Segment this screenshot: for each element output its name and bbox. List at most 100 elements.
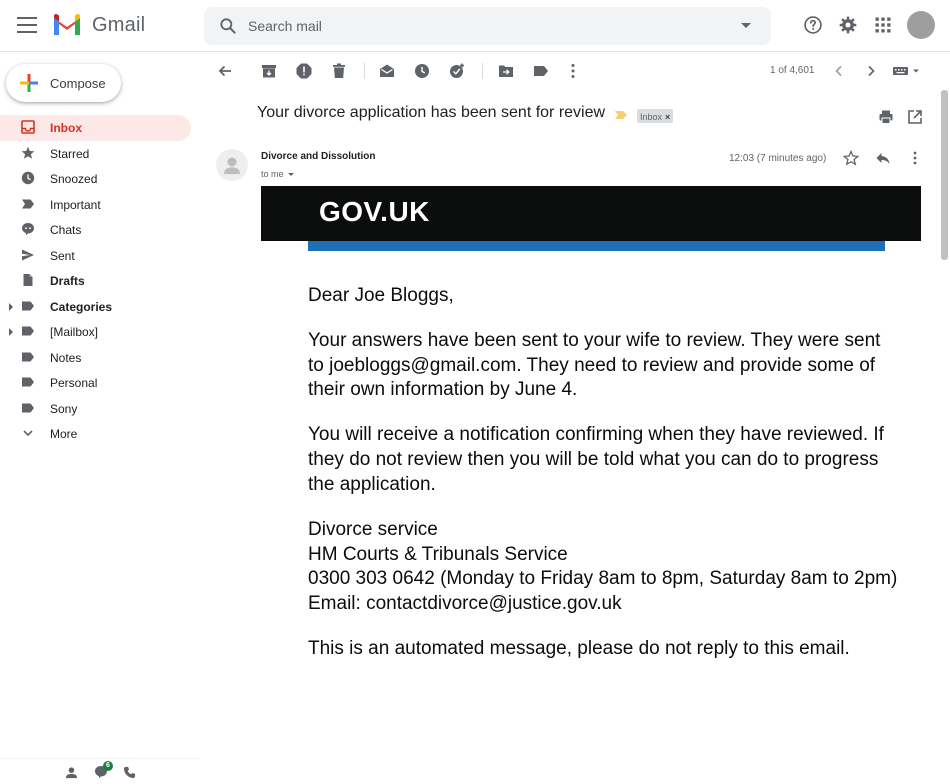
- govuk-blue-stripe: [308, 241, 885, 251]
- label-icon: [22, 377, 34, 387]
- back-arrow-icon[interactable]: [216, 62, 234, 80]
- recipient-dropdown-icon[interactable]: [287, 173, 294, 177]
- sidebar-item-mailbox[interactable]: [Mailbox]: [0, 319, 200, 345]
- older-chevron-right-icon[interactable]: [862, 62, 880, 80]
- delete-trash-icon[interactable]: [330, 62, 348, 80]
- recipient-text: to me: [261, 169, 284, 179]
- account-avatar[interactable]: [907, 11, 935, 39]
- search-input[interactable]: [248, 16, 728, 36]
- sidebar-item-snoozed[interactable]: Snoozed: [0, 166, 200, 192]
- print-icon[interactable]: [878, 109, 894, 125]
- label-icon: [22, 301, 34, 310]
- settings-gear-icon[interactable]: [838, 15, 858, 35]
- search-icon[interactable]: [218, 16, 238, 36]
- snooze-clock-icon[interactable]: [413, 62, 431, 80]
- sidebar-item-label: Inbox: [50, 121, 82, 135]
- pagination-count: 1 of 4,601: [770, 65, 815, 76]
- sidebar-item-drafts[interactable]: Drafts: [0, 268, 200, 294]
- message-toolbar: 1 of 4,601: [204, 52, 950, 90]
- open-new-window-icon[interactable]: [907, 109, 923, 125]
- main-menu-icon[interactable]: [17, 17, 37, 33]
- label-icon: [22, 403, 34, 412]
- sidebar-item-label: Important: [50, 197, 101, 212]
- sidebar-item-label: Sent: [50, 248, 75, 263]
- sidebar-item-label: Starred: [50, 146, 90, 161]
- compose-plus-icon: [20, 74, 38, 92]
- input-tools-keyboard-icon[interactable]: [892, 66, 922, 76]
- sidebar-item-label: Notes: [50, 350, 82, 365]
- recipient-details[interactable]: to me: [261, 169, 294, 179]
- search-bar[interactable]: [204, 7, 771, 45]
- email-greeting: Dear Joe Bloggs,: [308, 285, 454, 306]
- importance-marker-icon[interactable]: [614, 110, 628, 120]
- sidebar-item-more[interactable]: More: [0, 421, 200, 447]
- remove-label-icon[interactable]: ×: [665, 112, 670, 122]
- inbox-label-chip[interactable]: Inbox ×: [637, 109, 674, 123]
- sidebar-item-important[interactable]: Important: [0, 192, 200, 218]
- sidebar-item-label: [Mailbox]: [50, 325, 99, 339]
- sidebar-item-starred[interactable]: Starred: [0, 141, 200, 167]
- draft-icon: [23, 274, 33, 286]
- sidebar-item-notes[interactable]: Notes: [0, 345, 200, 371]
- chat-count-badge: 6: [103, 761, 113, 771]
- gmail-m-icon: [54, 14, 80, 35]
- send-icon: [22, 249, 34, 260]
- contacts-person-icon[interactable]: [65, 766, 78, 779]
- expand-arrow-icon[interactable]: [9, 328, 13, 336]
- sidebar-item-label: More: [50, 427, 78, 441]
- archive-icon[interactable]: [260, 62, 278, 80]
- add-task-icon[interactable]: [448, 62, 466, 80]
- reply-icon[interactable]: [875, 150, 891, 166]
- newer-chevron-left-icon[interactable]: [830, 62, 848, 80]
- scrollbar-thumb[interactable]: [941, 90, 948, 260]
- person-placeholder-icon: [224, 157, 240, 174]
- label-tag-icon[interactable]: [532, 62, 550, 80]
- phone-icon[interactable]: [123, 766, 136, 779]
- gmail-logo[interactable]: Gmail: [52, 13, 145, 37]
- sidebar-item-label: Snoozed: [50, 172, 98, 186]
- signature-line: Divorce service: [308, 518, 438, 540]
- sidebar-item-label: Personal: [50, 376, 98, 390]
- search-options-icon[interactable]: [741, 23, 751, 28]
- toolbar-separator: [482, 63, 483, 79]
- sidebar-item-label: Sony: [50, 401, 78, 416]
- toolbar-separator: [364, 63, 365, 79]
- sender-name[interactable]: Divorce and Dissolution: [261, 151, 375, 162]
- sidebar-item-personal[interactable]: Personal: [0, 370, 200, 396]
- compose-button[interactable]: Compose: [6, 64, 121, 102]
- sidebar-item-sony[interactable]: Sony: [0, 396, 200, 422]
- sidebar-item-chats[interactable]: Chats: [0, 217, 200, 243]
- star-icon: [21, 146, 35, 159]
- inbox-icon: [21, 120, 35, 134]
- email-subject: Your divorce application has been sent f…: [257, 104, 606, 121]
- sidebar-item-label: Chats: [50, 223, 82, 237]
- email-paragraph: You will receive a notification confirmi…: [308, 424, 884, 495]
- move-to-folder-icon[interactable]: [497, 62, 515, 80]
- signature-line: HM Courts & Tribunals Service: [308, 543, 568, 565]
- sender-avatar[interactable]: [216, 149, 248, 181]
- sidebar-item-categories[interactable]: Categories: [0, 294, 200, 320]
- sidebar-item-label: Drafts: [50, 274, 85, 288]
- gmail-window: Gmail Search mail Compose Inbox Starred …: [0, 0, 950, 784]
- email-footer-note: This is an automated message, please do …: [308, 637, 850, 659]
- govuk-logo[interactable]: GOV.UK: [319, 196, 430, 228]
- expand-arrow-icon[interactable]: [9, 302, 13, 311]
- more-options-icon[interactable]: [564, 62, 582, 80]
- report-spam-icon[interactable]: [295, 62, 313, 80]
- star-outline-icon[interactable]: [843, 150, 859, 166]
- important-icon: [22, 199, 34, 208]
- top-bar: Gmail: [0, 0, 950, 52]
- govuk-header-banner: GOV.UK: [261, 186, 921, 241]
- apps-grid-icon[interactable]: [873, 15, 893, 35]
- sidebar-item-label: Categories: [50, 299, 113, 314]
- help-icon[interactable]: [803, 15, 823, 35]
- email-body: Dear Joe Bloggs, Your answers have been …: [308, 284, 898, 682]
- sidebar-item-sent[interactable]: Sent: [0, 243, 200, 269]
- signature-line: 0300 303 0642 (Monday to Friday 8am to 8…: [308, 568, 898, 590]
- message-more-icon[interactable]: [907, 150, 923, 166]
- email-signature: Divorce service HM Courts & Tribunals Se…: [308, 518, 898, 617]
- sidebar-item-inbox[interactable]: Inbox: [0, 115, 191, 141]
- label-icon: [22, 352, 34, 361]
- compose-label: Compose: [50, 76, 106, 91]
- mark-unread-icon[interactable]: [378, 62, 396, 80]
